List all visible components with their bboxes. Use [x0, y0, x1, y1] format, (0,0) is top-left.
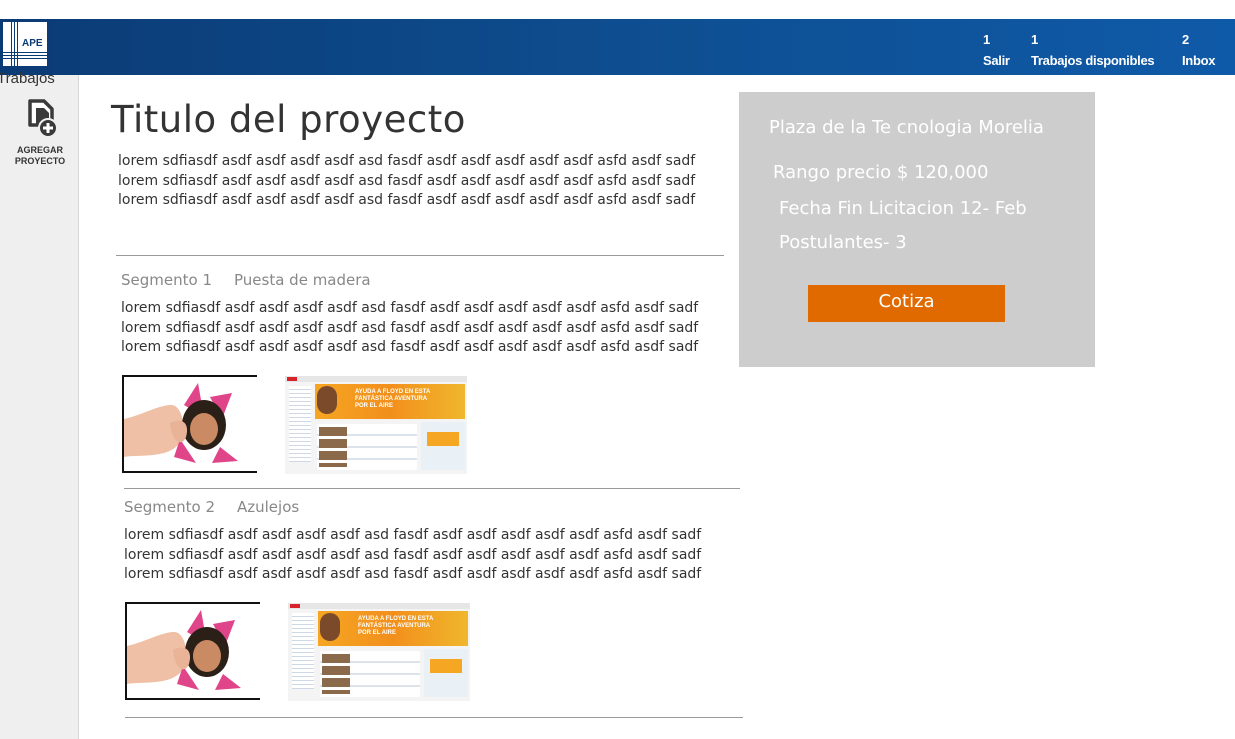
banner-text: AYUDA A FLOYD EN ESTA FANTÁSTICA AVENTUR…	[355, 389, 430, 410]
description-line: lorem sdfiasdf asdf asdf asdf asdf asd f…	[124, 546, 702, 563]
project-title: Titulo del proyecto	[111, 98, 466, 141]
segment-2-header: Segmento 2 Azulejos	[124, 498, 299, 516]
logo-text: APE	[22, 38, 43, 49]
browser-bar	[288, 603, 470, 609]
banner-line: FANTÁSTICA AVENTURA	[358, 623, 431, 629]
site-ad-panel	[424, 649, 468, 697]
segment-1-web-thumbnail[interactable]: AYUDA A FLOYD EN ESTA FANTÁSTICA AVENTUR…	[285, 376, 467, 474]
description-line: lorem sdfiasdf asdf asdf asdf asdf asd f…	[124, 527, 702, 543]
site-video-thumbs	[322, 654, 350, 694]
add-project-button[interactable]: AGREGAR PROYECTO	[8, 97, 72, 167]
section-divider	[116, 255, 724, 256]
logo-line	[3, 55, 47, 56]
project-location: Plaza de la Te cnologia Morelia	[769, 117, 1044, 138]
site-banner: AYUDA A FLOYD EN ESTA FANTÁSTICA AVENTUR…	[318, 611, 468, 646]
site-sidebar	[292, 613, 314, 689]
banner-line: AYUDA A FLOYD EN ESTA	[358, 616, 434, 622]
nav-label: Salir	[983, 53, 1010, 68]
applicants-count: Postulantes- 3	[779, 232, 907, 253]
hand-photo-image	[127, 610, 241, 690]
add-project-line2: PROYECTO	[14, 156, 66, 166]
logo-line	[3, 52, 47, 53]
nav-trabajos-disponibles[interactable]: 1 Trabajos disponibles	[1031, 32, 1155, 69]
segment-1-description: lorem sdfiasdf asdf asdf asdf asdf asd f…	[121, 299, 698, 358]
banner-text: AYUDA A FLOYD EN ESTA FANTÁSTICA AVENTUR…	[358, 616, 433, 637]
cotiza-button[interactable]: Cotiza	[808, 285, 1005, 322]
description-line: lorem sdfiasdf asdf asdf asdf asdf asd f…	[121, 300, 699, 316]
description-line: lorem sdfiasdf asdf asdf asdf asdf asd f…	[121, 319, 699, 336]
project-description: lorem sdfiasdf asdf asdf asdf asdf asd f…	[118, 152, 695, 211]
logo-line	[11, 22, 12, 66]
banner-character	[320, 613, 340, 641]
nav-count: 2	[1182, 32, 1190, 47]
nav-salir[interactable]: 1 Salir	[983, 32, 1010, 69]
nav-label: Inbox	[1182, 53, 1216, 68]
site-video-thumbs	[319, 427, 347, 467]
description-line: lorem sdfiasdf asdf asdf asdf asdf asd f…	[124, 566, 702, 582]
left-sidebar: Trabajos AGREGAR PROYECTO	[0, 70, 79, 739]
nav-count: 1	[1031, 32, 1039, 47]
segment-2-photo-thumbnail[interactable]	[125, 602, 260, 700]
segment-1-photo-thumbnail[interactable]	[122, 375, 257, 473]
section-divider	[124, 488, 740, 489]
banner-line: POR EL AIRE	[355, 403, 394, 409]
end-date: Fecha Fin Licitacion 12- Feb	[779, 198, 1027, 219]
description-line: lorem sdfiasdf asdf asdf asdf asdf asd f…	[121, 339, 699, 355]
sidebar-section-label: Trabajos	[0, 70, 55, 87]
add-project-label: AGREGAR PROYECTO	[8, 145, 72, 167]
browser-bar	[285, 376, 467, 382]
banner-line: POR EL AIRE	[358, 630, 397, 636]
ad-block	[430, 659, 462, 673]
banner-line: FANTÁSTICA AVENTURA	[355, 396, 428, 402]
description-line: lorem sdfiasdf asdf asdf asdf asdf asd f…	[118, 192, 696, 208]
nav-inbox[interactable]: 2 Inbox	[1182, 32, 1215, 69]
price-range: Rango precio $ 120,000	[773, 162, 989, 183]
add-file-icon	[28, 99, 58, 138]
section-divider	[125, 717, 743, 718]
nav-count: 1	[983, 32, 991, 47]
segment-number: Segmento 2	[124, 498, 215, 516]
banner-line: AYUDA A FLOYD EN ESTA	[355, 389, 431, 395]
site-banner: AYUDA A FLOYD EN ESTA FANTÁSTICA AVENTUR…	[315, 384, 465, 419]
logo-line	[17, 22, 18, 66]
segment-1-header: Segmento 1 Puesta de madera	[121, 271, 371, 289]
add-project-line1: AGREGAR	[16, 145, 63, 155]
logo-line	[14, 22, 15, 66]
segment-2-description: lorem sdfiasdf asdf asdf asdf asdf asd f…	[124, 526, 701, 585]
hand-photo-image	[124, 383, 238, 463]
description-line: lorem sdfiasdf asdf asdf asdf asdf asd f…	[118, 153, 696, 169]
site-logo	[290, 604, 300, 608]
segment-2-web-thumbnail[interactable]: AYUDA A FLOYD EN ESTA FANTÁSTICA AVENTUR…	[288, 603, 470, 701]
site-logo	[287, 377, 297, 381]
banner-character	[317, 386, 337, 414]
description-line: lorem sdfiasdf asdf asdf asdf asdf asd f…	[118, 172, 696, 189]
nav-label: Trabajos disponibles	[1031, 53, 1155, 68]
site-ad-panel	[421, 422, 465, 470]
segment-name: Azulejos	[237, 498, 300, 516]
logo-line	[3, 58, 47, 59]
project-info-panel: Plaza de la Te cnologia Morelia Rango pr…	[739, 92, 1095, 367]
segment-name: Puesta de madera	[234, 271, 371, 289]
top-navigation-bar: APE 1 Salir 1 Trabajos disponibles 2 Inb…	[0, 19, 1235, 75]
ape-logo[interactable]: APE	[3, 22, 47, 66]
site-sidebar	[289, 386, 311, 462]
ad-block	[427, 432, 459, 446]
segment-number: Segmento 1	[121, 271, 212, 289]
